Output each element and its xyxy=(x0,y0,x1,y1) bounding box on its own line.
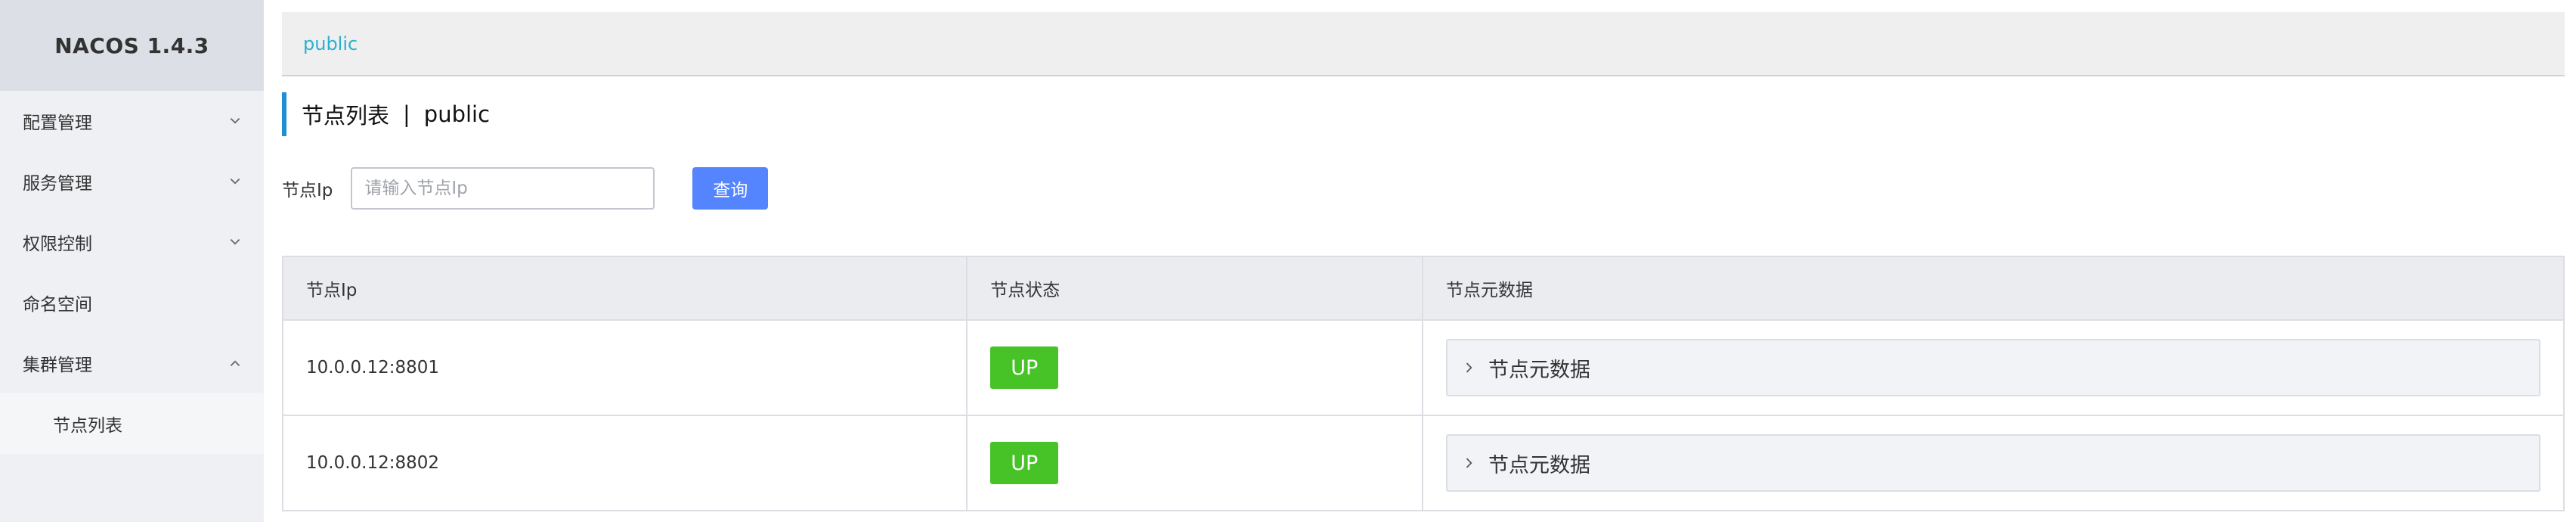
metadata-collapse-toggle[interactable]: 节点元数据 xyxy=(1446,339,2540,396)
column-header-node-ip: 节点Ip xyxy=(281,256,968,321)
sidebar-item-label: 命名空间 xyxy=(23,295,92,315)
sidebar-subitem-node-list[interactable]: 节点列表 xyxy=(0,393,264,454)
page-title-namespace: public xyxy=(423,101,491,127)
namespace-bar: public xyxy=(282,12,2565,76)
sidebar-item-label: 配置管理 xyxy=(23,113,92,133)
chevron-up-icon xyxy=(226,354,244,372)
main-content: public 节点列表 | public 节点Ip 查询 节点Ip 节点状态 节… xyxy=(281,12,2565,522)
status-badge: UP xyxy=(990,442,1059,484)
sidebar-item-access-control[interactable]: 权限控制 xyxy=(0,212,264,272)
cell-node-ip: 10.0.0.12:8801 xyxy=(281,319,968,416)
page-title-text: 节点列表 xyxy=(302,103,390,129)
filter-form: 节点Ip 查询 xyxy=(282,167,769,210)
column-header-node-metadata: 节点元数据 xyxy=(1422,256,2565,321)
sidebar-item-service-management[interactable]: 服务管理 xyxy=(0,151,264,212)
sidebar: NACOS 1.4.3 配置管理 服务管理 权限控制 命名空间 集群管理 节点列… xyxy=(0,0,264,522)
cell-node-ip: 10.0.0.12:8802 xyxy=(281,415,968,511)
page-title: 节点列表 | public xyxy=(282,92,490,136)
cell-node-state: UP xyxy=(966,319,1423,416)
chevron-right-icon xyxy=(1466,458,1472,468)
sidebar-item-namespace[interactable]: 命名空间 xyxy=(0,272,264,333)
node-ip-input[interactable] xyxy=(351,167,655,210)
metadata-collapse-toggle[interactable]: 节点元数据 xyxy=(1446,434,2540,492)
table-row: 10.0.0.12:8801 UP 节点元数据 xyxy=(281,319,2565,416)
chevron-right-icon xyxy=(1466,362,1472,373)
cell-node-metadata: 节点元数据 xyxy=(1422,415,2565,511)
sidebar-item-config-management[interactable]: 配置管理 xyxy=(0,91,264,151)
node-table: 节点Ip 节点状态 节点元数据 10.0.0.12:8801 UP 节点元数据 xyxy=(281,256,2565,511)
sidebar-subitem-label: 节点列表 xyxy=(53,416,122,436)
sidebar-item-label: 权限控制 xyxy=(23,235,92,254)
cell-node-metadata: 节点元数据 xyxy=(1422,319,2565,416)
status-badge: UP xyxy=(990,346,1059,389)
metadata-label: 节点元数据 xyxy=(1488,358,1590,382)
namespace-link-public[interactable]: public xyxy=(303,33,358,54)
cell-node-state: UP xyxy=(966,415,1423,511)
chevron-down-icon xyxy=(226,112,244,130)
sidebar-item-label: 集群管理 xyxy=(23,356,92,375)
table-row: 10.0.0.12:8802 UP 节点元数据 xyxy=(281,415,2565,511)
chevron-down-icon xyxy=(226,172,244,191)
table-header-row: 节点Ip 节点状态 节点元数据 xyxy=(281,256,2565,321)
chevron-down-icon xyxy=(226,233,244,251)
column-header-node-state: 节点状态 xyxy=(966,256,1423,321)
node-ip-label: 节点Ip xyxy=(282,181,333,200)
app-title: NACOS 1.4.3 xyxy=(0,0,264,91)
page-title-separator: | xyxy=(403,101,410,127)
metadata-label: 节点元数据 xyxy=(1488,453,1590,477)
sidebar-item-cluster-management[interactable]: 集群管理 xyxy=(0,333,264,393)
query-button[interactable]: 查询 xyxy=(692,167,769,210)
sidebar-item-label: 服务管理 xyxy=(23,174,92,194)
